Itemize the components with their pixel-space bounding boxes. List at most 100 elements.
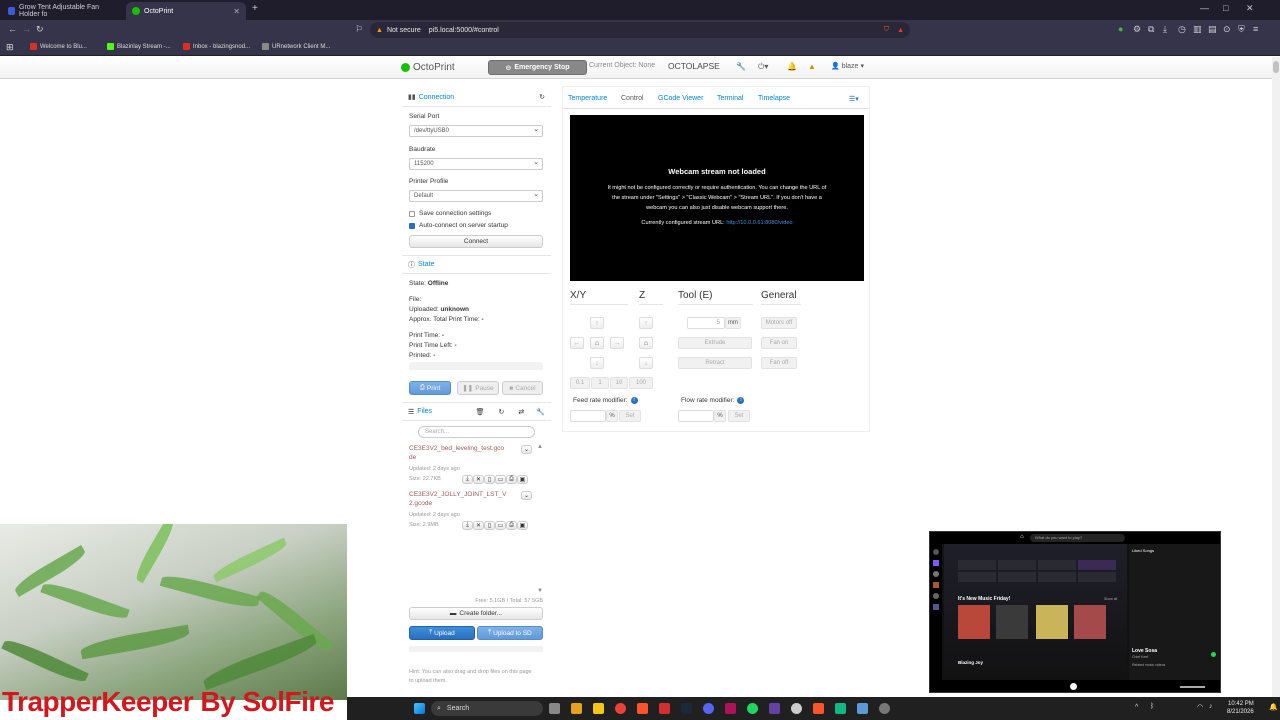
- jog-x-minus-arrow-left-icon[interactable]: ←: [570, 337, 584, 349]
- obs-icon[interactable]: [791, 703, 802, 714]
- bell-icon[interactable]: 🔔: [787, 62, 797, 71]
- fan-on-button[interactable]: Fan on: [761, 337, 797, 349]
- shield-icon[interactable]: ⛨: [1238, 24, 1245, 35]
- bookmark-icon[interactable]: ⚐: [355, 24, 363, 35]
- feed-rate-input[interactable]: [570, 410, 606, 422]
- scrollbar-thumb[interactable]: [1273, 61, 1279, 73]
- brand-link[interactable]: OctoPrint: [401, 62, 455, 73]
- bookmark-item[interactable]: Blazinlay Stream -...: [107, 43, 171, 50]
- volume-slider[interactable]: [1180, 686, 1205, 688]
- tab-terminal[interactable]: Terminal: [717, 95, 743, 102]
- history-icon[interactable]: ◷: [1178, 24, 1186, 35]
- chrome-icon[interactable]: [615, 703, 626, 714]
- print-icon[interactable]: ⎙: [506, 475, 517, 484]
- file-options-chevron-icon[interactable]: ⌄: [521, 491, 532, 500]
- maximize-button[interactable]: □: [1223, 3, 1228, 13]
- minimize-button[interactable]: —: [1200, 3, 1209, 13]
- refresh-icon[interactable]: ↻: [539, 93, 545, 101]
- connect-button[interactable]: Connect: [409, 235, 543, 248]
- load-icon[interactable]: ▭: [495, 475, 506, 484]
- bookmark-item[interactable]: URnetwork Client M...: [262, 43, 330, 50]
- file-name[interactable]: CE3E3V2_JOLLY_JOINT_LST_V 2.gcode: [409, 490, 517, 508]
- file-name[interactable]: CE3E3V2_bed_leveling_test.gco de: [409, 444, 517, 462]
- volume-icon[interactable]: ♪: [1209, 703, 1213, 710]
- state-header[interactable]: ⓘ State: [402, 255, 551, 274]
- album-cover[interactable]: [1074, 605, 1106, 639]
- jog-z-up-arrow-icon[interactable]: ↑: [639, 317, 653, 329]
- scroll-down-icon[interactable]: ▼: [537, 588, 543, 594]
- upload-button[interactable]: ⤒ Upload: [409, 626, 475, 640]
- notification-icon[interactable]: 🔔: [1269, 703, 1278, 711]
- spotify-search-input[interactable]: What do you want to play?: [1030, 534, 1125, 542]
- tabs-menu-icon[interactable]: ☰▾: [849, 95, 859, 103]
- back-icon[interactable]: ←: [8, 24, 17, 34]
- step-0-1-button[interactable]: 0.1: [570, 377, 590, 389]
- webcam-url-link[interactable]: http://10.0.0.61:8080/video: [726, 220, 792, 226]
- jog-x-plus-arrow-right-icon[interactable]: →: [610, 337, 624, 349]
- info-icon[interactable]: i: [737, 397, 745, 404]
- file-item[interactable]: CE3E3V2_JOLLY_JOINT_LST_V 2.gcode ⌄ Upda…: [409, 490, 541, 548]
- app-icon[interactable]: [857, 703, 868, 714]
- tab-temperature[interactable]: Temperature: [568, 95, 607, 102]
- download-icon[interactable]: ⤓: [1163, 24, 1167, 35]
- jog-z-down-arrow-icon[interactable]: ↓: [639, 357, 653, 369]
- connection-header[interactable]: ▮▮ Connection ↻: [402, 88, 551, 107]
- user-menu[interactable]: 👤 blaze ▾: [831, 62, 864, 71]
- bookmark-item[interactable]: Welcome to Blu...: [30, 43, 87, 50]
- jog-y-minus-arrow-down-icon[interactable]: ↓: [590, 357, 604, 369]
- step-100-button[interactable]: 100: [629, 377, 653, 389]
- delete-icon[interactable]: ✕: [473, 521, 484, 530]
- copy-icon[interactable]: ▯: [484, 521, 495, 530]
- info-icon[interactable]: i: [630, 397, 638, 404]
- sidebar-icon[interactable]: ▥: [1193, 24, 1202, 35]
- tab-timelapse[interactable]: Timelapse: [758, 95, 790, 102]
- security-label[interactable]: Not secure: [387, 27, 421, 34]
- show-all-link[interactable]: Show all: [1104, 597, 1117, 601]
- close-window-button[interactable]: ✕: [1246, 3, 1254, 14]
- copy-icon[interactable]: ▯: [484, 475, 495, 484]
- wallet-icon[interactable]: ▤: [1208, 24, 1217, 35]
- serial-port-select[interactable]: /dev/ttyUSB0: [409, 125, 543, 137]
- refresh-icon[interactable]: ↻: [499, 408, 505, 416]
- page-scrollbar[interactable]: [1272, 57, 1280, 697]
- album-cover[interactable]: [1036, 605, 1068, 639]
- motors-off-button[interactable]: Motors off: [761, 317, 797, 329]
- baudrate-select[interactable]: 115200: [409, 158, 543, 170]
- wrench-icon[interactable]: 🔧: [536, 408, 545, 416]
- spotify-icon[interactable]: [747, 703, 758, 714]
- file-explorer-icon[interactable]: [593, 703, 604, 714]
- discord-icon[interactable]: [703, 703, 714, 714]
- bookmark-item[interactable]: Inbox - blazingsnod...: [183, 43, 250, 50]
- retract-button[interactable]: Retract: [678, 357, 752, 369]
- download-icon[interactable]: ⤓: [462, 521, 473, 530]
- extrude-button[interactable]: Extrude: [678, 337, 752, 349]
- step-1-button[interactable]: 1: [591, 377, 609, 389]
- pause-button[interactable]: ❚❚ Pause: [457, 381, 499, 395]
- fan-off-button[interactable]: Fan off: [761, 357, 797, 369]
- extrude-amount-input[interactable]: 5: [687, 317, 725, 329]
- auto-connect-checkbox[interactable]: [409, 223, 415, 229]
- extensions-puzzle-icon[interactable]: ⧉: [1148, 24, 1154, 35]
- app-icon[interactable]: [879, 703, 890, 714]
- flow-rate-set-button[interactable]: Set: [728, 410, 750, 422]
- settings-icon[interactable]: ⚙: [1133, 24, 1141, 35]
- close-tab-icon[interactable]: ✕: [233, 7, 240, 16]
- url-field[interactable]: ▲ Not secure pi5.local:5000/#control ⛉ ▲: [370, 22, 910, 38]
- preview-icon[interactable]: ▣: [517, 521, 528, 530]
- sort-icon[interactable]: ⇄: [518, 408, 524, 416]
- clock[interactable]: 10:42 PM 8/21/2026: [1227, 700, 1254, 716]
- brave-shield-icon[interactable]: ⛉: [884, 26, 889, 34]
- new-tab-button[interactable]: +: [252, 3, 258, 14]
- scroll-up-icon[interactable]: ▲: [537, 444, 543, 450]
- system-tray-chevron-icon[interactable]: ^: [1135, 704, 1138, 711]
- printer-profile-select[interactable]: Default: [409, 190, 543, 202]
- cancel-button[interactable]: ■ Cancel: [502, 381, 543, 395]
- home-z-icon[interactable]: ⌂: [639, 337, 653, 349]
- task-view-icon[interactable]: [549, 703, 560, 714]
- widgets-icon[interactable]: [571, 703, 582, 714]
- feed-rate-set-button[interactable]: Set: [619, 410, 641, 422]
- brave-rewards-icon[interactable]: ▲: [897, 27, 904, 34]
- album-cover[interactable]: [996, 605, 1028, 639]
- upload-sd-button[interactable]: ⤒ Upload to SD: [477, 626, 543, 640]
- files-header[interactable]: ☰ Files 🗑 ↻ ⇄ 🔧: [402, 402, 551, 421]
